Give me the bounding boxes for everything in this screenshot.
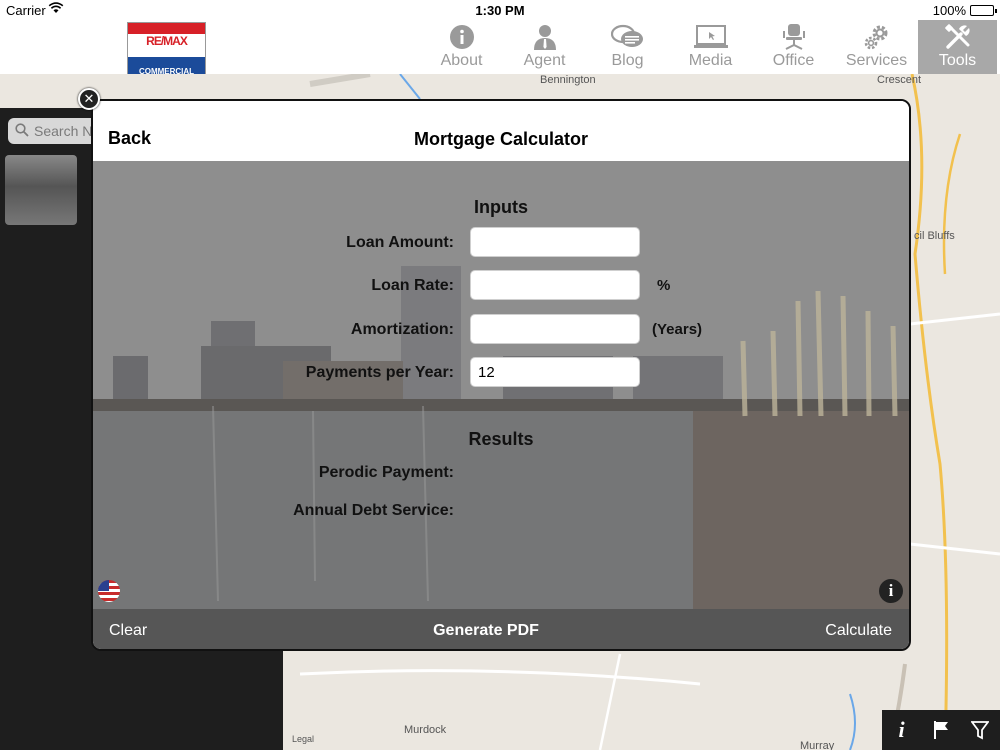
nav-tools[interactable]: Tools [918,20,997,74]
inputs-title: Inputs [474,197,528,217]
map-info-icon[interactable]: i [882,710,921,750]
payments-per-year-label: Payments per Year: [305,364,454,381]
tools-icon [918,23,997,51]
loan-rate-unit: % [657,277,671,294]
annual-debt-service-label: Annual Debt Service: [293,502,454,519]
map-label-bennington: Bennington [540,74,596,86]
nav-services[interactable]: Services [835,20,918,74]
modal-header: Back Mortgage Calculator [93,101,909,161]
loan-amount-label: Loan Amount: [346,234,454,251]
flag-marker-icon[interactable] [921,710,960,750]
close-icon[interactable]: ✕ [78,88,100,110]
payments-per-year-input[interactable] [470,357,640,387]
loan-rate-label: Loan Rate: [371,277,454,294]
listing-thumbnail[interactable] [5,155,77,225]
generate-pdf-button[interactable]: Generate PDF [93,622,879,640]
clock: 1:30 PM [475,3,525,18]
map-label-bluffs: cil Bluffs [914,230,955,242]
main-nav: About Agent Blog Media Office Services T… [420,20,997,74]
nav-media[interactable]: Media [669,20,752,74]
nav-services-label: Services [845,52,908,69]
map-toolbar: i [882,710,1000,750]
laptop-icon [669,23,752,51]
amortization-label: Amortization: [350,321,454,338]
nav-media-label: Media [688,52,733,69]
person-icon [503,23,586,51]
search-placeholder: Search N [34,123,93,139]
loan-amount-input[interactable] [470,227,640,257]
office-chair-icon [752,23,835,51]
chat-bubbles-icon [586,23,669,51]
loan-rate-input[interactable] [470,270,640,300]
map-label-crescent: Crescent [877,74,922,86]
nav-blog-label: Blog [611,52,644,69]
nav-office-label: Office [772,52,815,69]
modal-footer: Clear Generate PDF Calculate [93,609,909,649]
info-icon[interactable]: i [879,579,903,603]
amortization-input[interactable] [470,314,640,344]
nav-office[interactable]: Office [752,20,835,74]
calculator-body: Inputs Loan Amount: Loan Rate: % Amortiz… [93,161,909,609]
nav-agent[interactable]: Agent [503,20,586,74]
app-header: RE/MAX COMMERCIAL About Agent Blog Media… [0,20,1000,80]
battery-percent: 100% [932,3,966,18]
modal-title: Mortgage Calculator [413,129,589,149]
nav-about-label: About [440,52,483,69]
map-legal-link[interactable]: Legal [292,734,314,744]
info-circle-icon [420,23,503,51]
remax-commercial-logo[interactable]: RE/MAX COMMERCIAL [127,22,206,80]
filter-icon[interactable] [960,710,999,750]
nav-about[interactable]: About [420,20,503,74]
calculate-button[interactable]: Calculate [825,622,892,640]
nav-agent-label: Agent [523,52,566,69]
search-icon [15,123,29,140]
nav-tools-label: Tools [938,52,977,69]
gears-icon [835,23,918,51]
us-flag-icon[interactable] [97,579,121,603]
map-label-murdock: Murdock [404,724,447,736]
logo-brand: RE/MAX [146,34,188,48]
status-bar: Carrier 1:30 PM 100% [0,0,1000,20]
nav-blog[interactable]: Blog [586,20,669,74]
battery-icon [970,5,997,16]
results-title: Results [468,429,534,449]
mortgage-calculator-modal: Back Mortgage Calculator Inputs Loan Amo… [91,99,911,651]
map-label-murray: Murray [800,740,835,750]
periodic-payment-label: Perodic Payment: [318,464,454,481]
amortization-unit: (Years) [652,321,703,338]
